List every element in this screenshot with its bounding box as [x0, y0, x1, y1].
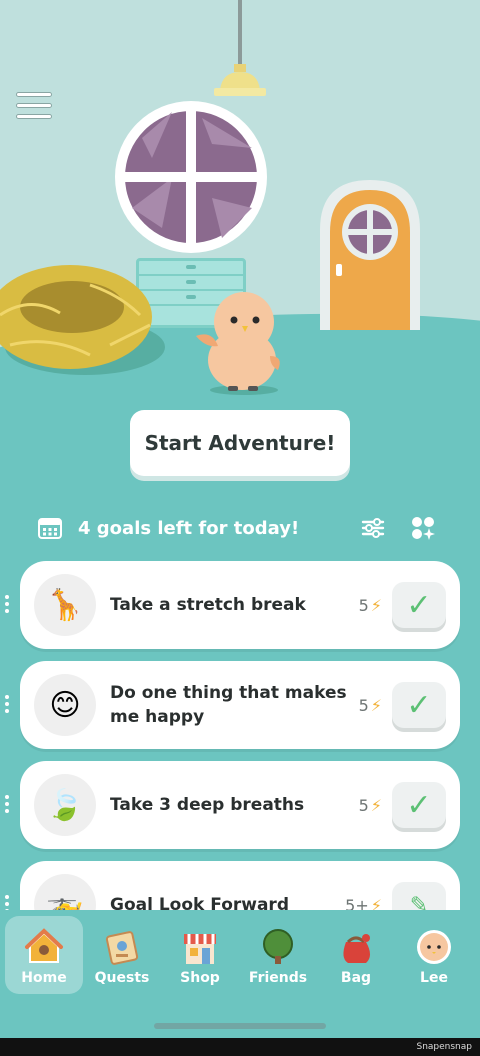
points-value: 5: [358, 695, 369, 715]
watermark: Snapensnap: [0, 1038, 480, 1056]
goal-points: 5 ⚡: [359, 696, 382, 715]
points-value: 5: [358, 795, 369, 815]
bird-character: [196, 292, 280, 395]
nav-friends[interactable]: Friends: [239, 916, 317, 994]
nav-label: Home: [21, 970, 67, 986]
calendar-icon: [38, 518, 62, 539]
home-icon: [25, 928, 63, 963]
nav-label: Shop: [180, 970, 220, 986]
complete-goal-button[interactable]: ✓: [392, 682, 446, 728]
goals-header: 4 goals left for today!: [38, 510, 448, 546]
home-indicator[interactable]: [154, 1023, 326, 1029]
complete-goal-button[interactable]: ✓: [392, 582, 446, 628]
start-adventure-button[interactable]: Start Adventure!: [130, 410, 350, 476]
giraffe-icon: 🦒: [34, 574, 96, 636]
goal-points: 5 ⚡: [359, 796, 382, 815]
nav-bag[interactable]: Bag: [317, 916, 395, 994]
lamp-cord: [238, 0, 242, 66]
goal-text: Do one thing that makes me happy: [110, 683, 347, 727]
goal-card[interactable]: 🍃 Take 3 deep breaths 5 ⚡ ✓: [5, 761, 460, 849]
menu-line-icon: [16, 92, 52, 97]
smile-icon: 😊: [34, 674, 96, 736]
drag-handle-icon[interactable]: [5, 795, 9, 815]
avatar-icon: [417, 930, 451, 964]
nav-label: Friends: [248, 970, 308, 986]
lamp-icon: [214, 64, 266, 96]
menu-button[interactable]: [16, 92, 52, 120]
nav-quests[interactable]: Quests: [83, 916, 161, 994]
friends-icon: [263, 929, 293, 964]
bag-icon: [343, 934, 370, 963]
goal-card[interactable]: 🦒 Take a stretch break 5 ⚡ ✓: [5, 561, 460, 649]
bolt-icon: ⚡: [370, 595, 382, 615]
door: [320, 180, 420, 330]
round-window: [115, 101, 267, 253]
bolt-icon: ⚡: [370, 795, 382, 815]
nav-profile[interactable]: Lee: [395, 916, 473, 994]
nav-home[interactable]: Home: [5, 916, 83, 994]
quests-icon: [105, 931, 139, 965]
complete-goal-button[interactable]: ✓: [392, 782, 446, 828]
room-scene: [0, 0, 480, 420]
nest: [0, 265, 165, 375]
nav-label: Lee: [420, 970, 448, 986]
nav-label: Bag: [340, 970, 372, 986]
points-value: 5: [358, 595, 369, 615]
menu-line-icon: [16, 114, 52, 119]
drag-handle-icon[interactable]: [5, 595, 9, 615]
bolt-icon: ⚡: [370, 695, 382, 715]
goal-points: 5 ⚡: [359, 596, 382, 615]
goals-count-title: 4 goals left for today!: [78, 517, 300, 539]
menu-line-icon: [16, 103, 52, 108]
leaf-icon: 🍃: [34, 774, 96, 836]
nav-label: Quests: [94, 970, 150, 986]
goal-card[interactable]: 😊 Do one thing that makes me happy 5 ⚡ ✓: [5, 661, 460, 749]
apps-grid-icon[interactable]: [410, 515, 436, 541]
goal-text: Take 3 deep breaths: [110, 795, 305, 815]
drag-handle-icon[interactable]: [5, 695, 9, 715]
goal-text: Take a stretch break: [110, 595, 306, 615]
bottom-nav: Home Quests Shop Friends Bag Lee: [0, 910, 480, 1056]
filter-icon[interactable]: [360, 515, 386, 541]
nav-shop[interactable]: Shop: [161, 916, 239, 994]
shop-icon: [184, 934, 216, 964]
